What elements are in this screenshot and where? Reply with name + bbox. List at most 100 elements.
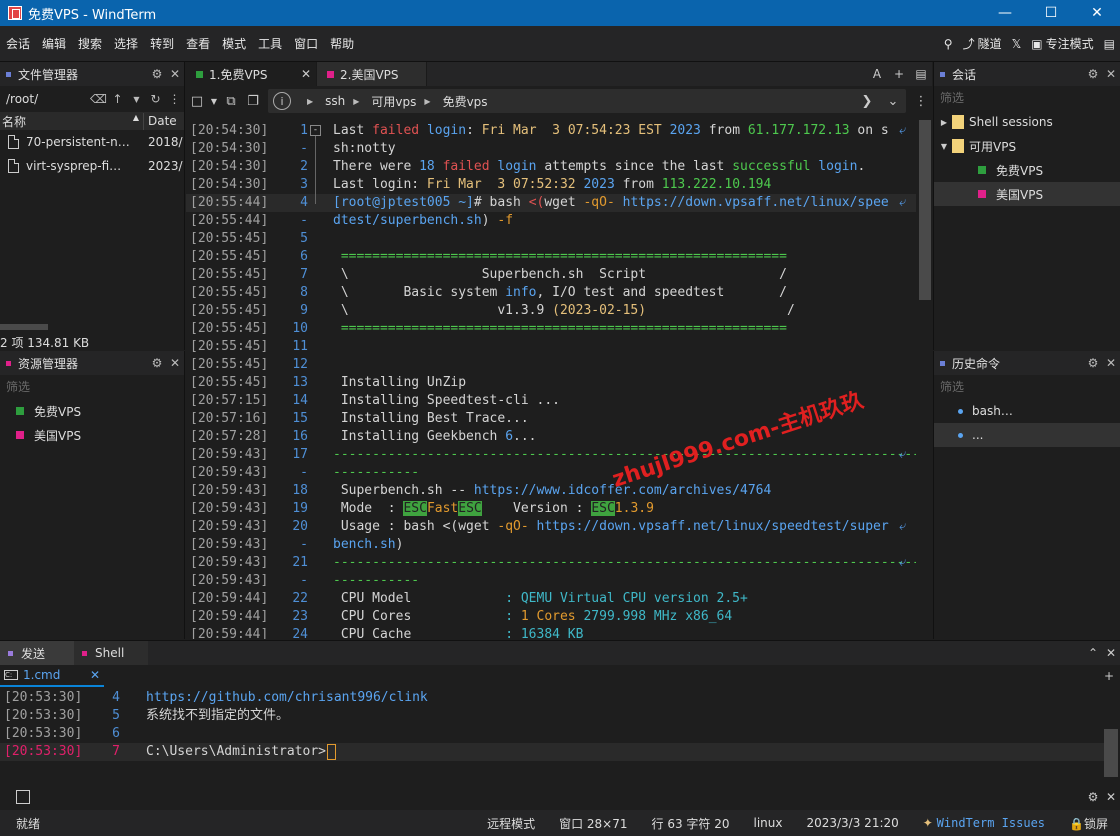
- layout-icon[interactable]: ▤: [1099, 37, 1120, 51]
- tunnel-button[interactable]: ⤴ 隧道: [958, 35, 1007, 52]
- vertical-scrollbar[interactable]: [916, 120, 932, 639]
- new-tab-icon[interactable]: +: [888, 62, 910, 86]
- menu-goto[interactable]: 转到: [144, 35, 180, 52]
- font-icon[interactable]: A: [866, 62, 888, 86]
- resource-item-free-vps[interactable]: 免费VPS: [0, 399, 184, 423]
- refresh-icon[interactable]: ↻: [146, 92, 165, 106]
- menu-help[interactable]: 帮助: [324, 35, 360, 52]
- line-timestamp: [20:59:44]: [190, 609, 269, 624]
- new-shell-icon[interactable]: +: [1098, 669, 1120, 683]
- gear-icon[interactable]: ⚙: [1084, 356, 1102, 370]
- close-icon[interactable]: ✕: [1102, 356, 1120, 370]
- horizontal-scrollbar[interactable]: [0, 324, 48, 330]
- breadcrumb-ssh[interactable]: ssh: [325, 94, 345, 108]
- tab-us-vps[interactable]: 2.美国VPS: [317, 62, 427, 86]
- close-icon[interactable]: ✕: [166, 67, 184, 81]
- collapsed-arrow-icon[interactable]: ▶: [936, 118, 952, 127]
- tab-list-icon[interactable]: ▤: [910, 62, 932, 86]
- clear-path-icon[interactable]: ⌫: [89, 92, 108, 106]
- new-session-icon[interactable]: □: [186, 94, 208, 109]
- terminal-line: [20:59:44] 22 CPU Model : QEMU Virtual CP…: [186, 590, 932, 608]
- status-mode[interactable]: 远程模式: [475, 815, 547, 832]
- menu-select[interactable]: 选择: [108, 35, 144, 52]
- shell-output[interactable]: [20:53:30] 4 https://github.com/chrisant99…: [0, 690, 1104, 791]
- history-item[interactable]: bash…: [934, 399, 1120, 423]
- gear-icon[interactable]: ⚙: [148, 67, 166, 81]
- close-icon[interactable]: ✕: [1102, 646, 1120, 660]
- menu-tools[interactable]: 工具: [252, 35, 288, 52]
- menu-view[interactable]: 查看: [180, 35, 216, 52]
- path-input[interactable]: /root/: [6, 92, 89, 106]
- focus-mode-button[interactable]: ▣ 专注模式: [1026, 35, 1098, 52]
- tab-send[interactable]: 发送: [0, 641, 74, 665]
- menu-mode[interactable]: 模式: [216, 35, 252, 52]
- file-row[interactable]: virt-sysprep-fi… 2023/: [0, 154, 184, 178]
- x-icon[interactable]: 𝕏: [1007, 37, 1027, 51]
- session-item[interactable]: 免费VPS: [934, 158, 1120, 182]
- bullet-icon: [958, 408, 963, 414]
- focus-icon: ▣: [1031, 36, 1043, 51]
- resource-filter-input[interactable]: 筛选: [0, 375, 184, 399]
- shell-line: [20:53:30] 6: [0, 725, 1104, 743]
- chevron-down-icon[interactable]: ⌄: [880, 94, 906, 109]
- session-color-icon: [978, 190, 986, 198]
- menu-edit[interactable]: 编辑: [36, 35, 72, 52]
- line-number: -: [300, 465, 308, 480]
- history-item[interactable]: ...: [934, 423, 1120, 447]
- column-name[interactable]: 名称 ▲: [0, 112, 144, 130]
- up-arrow-icon[interactable]: ↑: [108, 92, 127, 106]
- scrollbar-thumb[interactable]: [919, 120, 931, 300]
- session-item[interactable]: ▶ Shell sessions: [934, 110, 1120, 134]
- gear-icon[interactable]: ⚙: [1084, 790, 1102, 804]
- line-timestamp: [20:53:30]: [4, 690, 83, 705]
- breadcrumb-free-vps[interactable]: 免费vps: [443, 93, 488, 110]
- info-icon[interactable]: i: [273, 92, 291, 110]
- close-icon[interactable]: ✕: [166, 356, 184, 370]
- tab-1-cmd[interactable]: C: 1.cmd ✕: [0, 665, 104, 687]
- history-filter-input[interactable]: 筛选: [934, 375, 1120, 399]
- breadcrumb-available-vps[interactable]: 可用vps: [371, 93, 416, 110]
- session-item[interactable]: ▼ 可用VPS: [934, 134, 1120, 158]
- line-text: ========================================…: [340, 321, 787, 336]
- shell-scrollbar[interactable]: [1104, 729, 1118, 777]
- lock-screen-button[interactable]: 🔒锁屏: [1057, 815, 1120, 832]
- line-timestamp: [20:55:45]: [190, 267, 269, 282]
- maximize-button[interactable]: ☐: [1028, 0, 1074, 26]
- more-icon[interactable]: ⋮: [910, 94, 932, 109]
- chevron-down-icon[interactable]: ▼: [208, 97, 220, 106]
- resource-item-us-vps[interactable]: 美国VPS: [0, 423, 184, 447]
- expanded-arrow-icon[interactable]: ▼: [936, 142, 952, 151]
- close-tab-icon[interactable]: ✕: [296, 67, 316, 81]
- chevron-right-icon[interactable]: ❯: [854, 94, 880, 109]
- clone-icon[interactable]: ❐: [242, 94, 264, 109]
- close-icon[interactable]: ✕: [1102, 67, 1120, 81]
- session-item[interactable]: 美国VPS: [934, 182, 1120, 206]
- duplicate-icon[interactable]: ⧉: [220, 94, 242, 109]
- close-icon[interactable]: ✕: [1102, 790, 1120, 804]
- chevron-down-icon[interactable]: ▼: [127, 95, 146, 104]
- tab-shell[interactable]: Shell: [74, 641, 148, 665]
- tab-free-vps[interactable]: 1.免费VPS ✕: [186, 62, 317, 86]
- gear-icon[interactable]: ⚙: [1084, 67, 1102, 81]
- close-window-button[interactable]: ✕: [1074, 0, 1120, 26]
- fold-toggle-icon[interactable]: -: [310, 125, 321, 136]
- file-row[interactable]: 70-persistent-n… 2018/: [0, 130, 184, 154]
- terminal-output[interactable]: [20:54:30] 1- Last failed login: Fri Mar 3…: [186, 120, 932, 639]
- search-icon[interactable]: ⚲: [939, 37, 958, 51]
- close-tab-icon[interactable]: ✕: [90, 668, 104, 682]
- terminal-line: [20:59:43] - bench.sh): [186, 536, 932, 554]
- line-text: dtest/superbench.sh) -f: [333, 213, 514, 228]
- panel-icon[interactable]: [16, 790, 30, 804]
- menu-session[interactable]: 会话: [0, 35, 36, 52]
- line-number: 13: [292, 375, 308, 390]
- column-date[interactable]: Date: [144, 114, 177, 128]
- more-icon[interactable]: ⋮: [165, 92, 184, 106]
- gear-icon[interactable]: ⚙: [148, 356, 166, 370]
- line-number: 12: [292, 357, 308, 372]
- menu-window[interactable]: 窗口: [288, 35, 324, 52]
- issues-link[interactable]: ✦ WindTerm Issues: [911, 816, 1057, 830]
- menu-search[interactable]: 搜索: [72, 35, 108, 52]
- minimize-button[interactable]: —: [982, 0, 1028, 26]
- chevron-up-icon[interactable]: ⌃: [1084, 646, 1102, 660]
- sessions-filter-input[interactable]: 筛选: [934, 86, 1120, 110]
